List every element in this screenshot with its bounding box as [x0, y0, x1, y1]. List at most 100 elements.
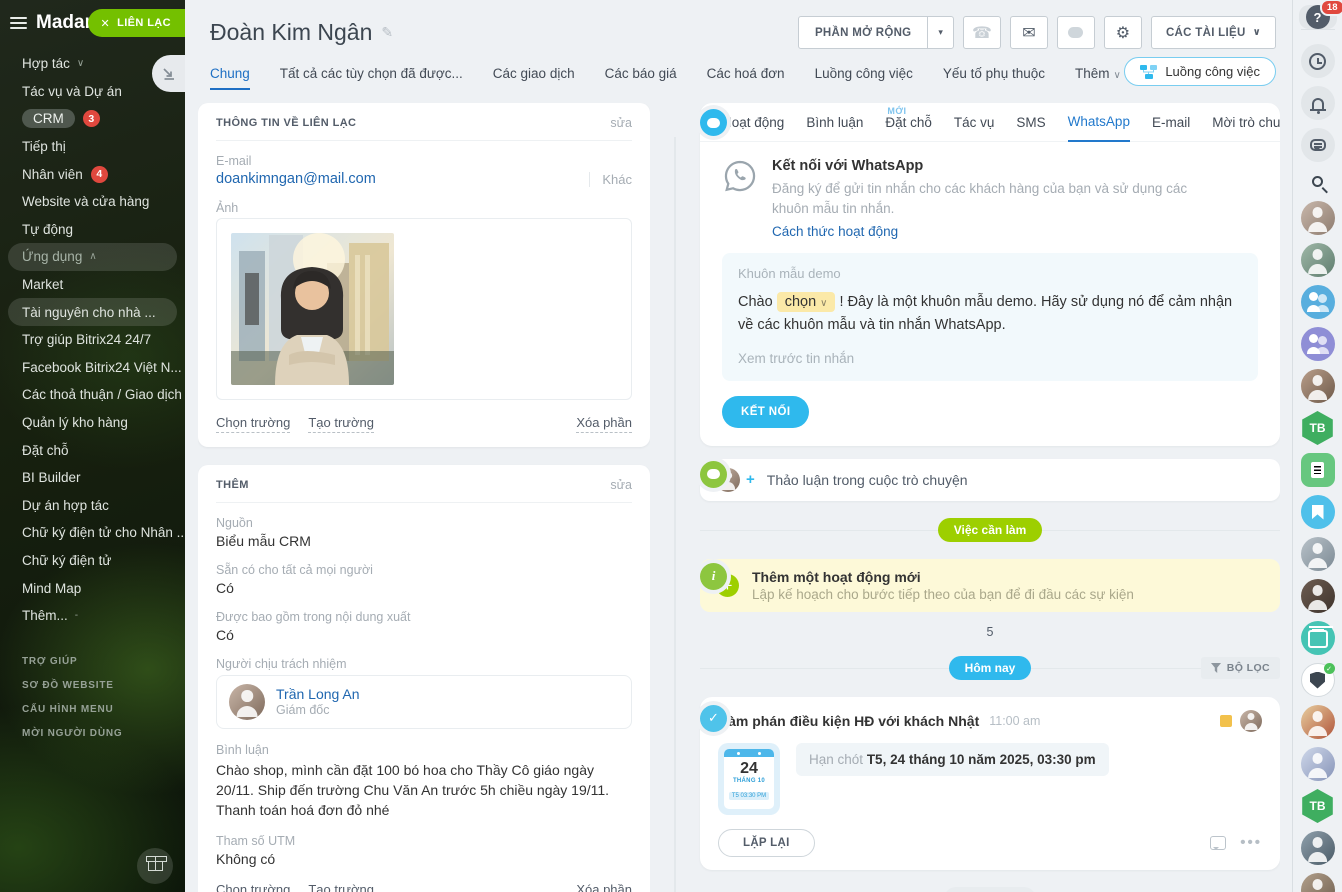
activity-tab[interactable]: WhatsApp — [1068, 103, 1130, 142]
sidebar-item-facebook[interactable]: Facebook Bitrix24 Việt N... — [0, 354, 185, 382]
security-shield-icon[interactable] — [1301, 663, 1335, 697]
delete-section-link[interactable]: Xóa phần — [576, 414, 632, 433]
activity-tab[interactable]: Hoạt động — [722, 103, 784, 142]
user-avatar[interactable] — [1301, 831, 1335, 865]
today-badge[interactable]: Hôm nay — [949, 656, 1032, 680]
tab[interactable]: Thêm∨ — [1075, 66, 1121, 90]
sidebar-footer-link[interactable]: SƠ ĐỒ WEBSITE — [0, 673, 185, 697]
sidebar-item-market[interactable]: Market — [0, 271, 185, 299]
activity-tab[interactable]: MỚIĐặt chỗ — [885, 103, 932, 142]
activity-tab[interactable]: SMS — [1016, 103, 1045, 142]
sidebar-item-sites[interactable]: Website và cửa hàng — [0, 188, 185, 216]
user-avatar[interactable] — [1301, 369, 1335, 403]
user-avatar[interactable] — [1301, 201, 1335, 235]
email-type-selector[interactable]: Khác — [589, 172, 632, 187]
choose-field-link[interactable]: Chọn trường — [216, 414, 290, 433]
sidebar-item-esign[interactable]: Chữ ký điện tử — [0, 547, 185, 575]
contact-photo[interactable] — [231, 233, 394, 385]
sidebar-footer-link[interactable]: TRỢ GIÚP — [0, 649, 185, 673]
create-field-link[interactable]: Tạo trường — [308, 881, 374, 892]
sidebar-item-bi-builder[interactable]: BI Builder — [0, 464, 185, 492]
sidebar-item-automation[interactable]: Tự động — [0, 216, 185, 244]
how-it-works-link[interactable]: Cách thức hoạt động — [772, 224, 1212, 239]
edit-section-link[interactable]: sửa — [610, 478, 632, 492]
template-label: Khuôn mẫu demo — [738, 266, 1242, 281]
activity-tab[interactable]: E-mail — [1152, 103, 1190, 142]
sidebar-item-marketing[interactable]: Tiếp thị — [0, 133, 185, 161]
sidebar-item-inventory[interactable]: Quản lý kho hàng — [0, 409, 185, 437]
documents-button[interactable]: CÁC TÀI LIỆU ∨ — [1151, 16, 1276, 49]
sidebar-item-mindmap[interactable]: Mind Map — [0, 574, 185, 602]
sidebar-item-support[interactable]: Trợ giúp Bitrix24 24/7 — [0, 326, 185, 354]
add-activity-card[interactable]: + Thêm một hoạt động mới Lập kế hoạch ch… — [700, 559, 1280, 612]
activity-tab[interactable]: Mời trò chuyện — [1212, 103, 1280, 142]
connect-button[interactable]: KẾT NỐI — [722, 396, 809, 428]
user-avatar[interactable] — [1301, 537, 1335, 571]
delete-section-link[interactable]: Xóa phần — [576, 881, 632, 892]
chat-button[interactable] — [1057, 16, 1095, 49]
sidebar-item-crm[interactable]: CRM 3 — [0, 105, 185, 133]
sidebar-item-apps[interactable]: Ứng dụng ∧ — [8, 243, 177, 271]
menu-icon[interactable] — [10, 17, 27, 30]
initials-badge[interactable]: TB — [1301, 411, 1335, 445]
tab[interactable]: Yếu tố phụ thuộc — [943, 66, 1045, 90]
sidebar-item-esign-hr[interactable]: Chữ ký điện tử cho Nhân ... — [0, 519, 185, 547]
create-field-link[interactable]: Tạo trường — [308, 414, 374, 433]
filter-button[interactable]: BỘ LỌC — [1201, 657, 1280, 679]
bookmark-icon[interactable] — [1301, 495, 1335, 529]
tab[interactable]: Các giao dịch — [493, 66, 575, 90]
activity-tab[interactable]: Tác vụ — [954, 103, 995, 142]
initials-badge[interactable]: TB — [1301, 789, 1335, 823]
more-options-icon[interactable]: ••• — [1240, 839, 1262, 847]
discussion-row[interactable]: + Thảo luận trong cuộc trò chuyện — [700, 459, 1280, 501]
choose-field-link[interactable]: Chọn trường — [216, 881, 290, 892]
extension-button[interactable]: PHẦN MỞ RỘNG ▾ — [798, 16, 954, 49]
sidebar-item-booking[interactable]: Đặt chỗ — [0, 436, 185, 464]
repeat-button[interactable]: LẶP LẠI — [718, 829, 815, 857]
history-button[interactable] — [1301, 44, 1335, 78]
notifications-button[interactable] — [1301, 86, 1335, 120]
contact-email-value[interactable]: doankimngan@mail.com — [216, 171, 376, 187]
sidebar-item-more[interactable]: Thêm... - — [0, 602, 185, 630]
call-button[interactable]: ☎ — [963, 16, 1001, 49]
tab[interactable]: Luồng công việc — [815, 66, 913, 90]
messenger-button[interactable] — [1301, 128, 1335, 162]
user-avatar[interactable] — [1301, 243, 1335, 277]
responsible-person[interactable]: Trần Long An Giám đốc — [216, 675, 632, 729]
workflow-pill-button[interactable]: Luồng công việc — [1124, 57, 1276, 86]
sidebar-item-employees[interactable]: Nhân viên 4 — [0, 160, 185, 188]
settings-button[interactable]: ⚙ — [1104, 16, 1142, 49]
responsible-name[interactable]: Trần Long An — [276, 686, 360, 702]
edit-section-link[interactable]: sửa — [610, 116, 632, 130]
placeholder-select[interactable]: chọn∨ — [777, 292, 836, 312]
todo-badge[interactable]: Việc cần làm — [938, 518, 1043, 542]
sidebar-item-collab-projects[interactable]: Dự án hợp tác — [0, 492, 185, 520]
user-avatar[interactable] — [1301, 873, 1335, 892]
extension-dropdown-caret[interactable]: ▾ — [928, 27, 953, 38]
sidebar-footer-link[interactable]: CẤU HÌNH MENU — [0, 697, 185, 721]
contact-button[interactable]: ✕ LIÊN LẠC — [88, 9, 185, 37]
activity-tab[interactable]: Bình luận — [806, 103, 863, 142]
search-button[interactable] — [1312, 166, 1323, 197]
tab[interactable]: Chung — [210, 66, 250, 90]
help-button[interactable]: ? 18 — [1299, 5, 1337, 29]
users-group-icon[interactable] — [1301, 285, 1335, 319]
tab[interactable]: Các báo giá — [605, 66, 677, 90]
edit-title-icon[interactable]: ✎ — [381, 24, 393, 41]
email-button[interactable]: ✉ — [1010, 16, 1048, 49]
sidebar-item-dev-resources[interactable]: Tài nguyên cho nhà ... — [8, 298, 177, 326]
user-avatar[interactable] — [1301, 705, 1335, 739]
calendar-icon[interactable] — [1301, 621, 1335, 655]
gift-button[interactable] — [137, 848, 173, 884]
tab[interactable]: Các hoá đơn — [707, 66, 785, 90]
sidebar-item-deals[interactable]: Các thoả thuận / Giao dịch — [0, 381, 185, 409]
comment-icon[interactable] — [1210, 836, 1226, 850]
user-avatar[interactable] — [1301, 579, 1335, 613]
sidebar-footer-link[interactable]: MỜI NGƯỜI DÙNG — [0, 721, 185, 745]
user-avatar[interactable] — [1301, 747, 1335, 781]
document-icon[interactable] — [1301, 453, 1335, 487]
collapse-sidebar-button[interactable] — [152, 55, 185, 92]
users-group-icon[interactable] — [1301, 327, 1335, 361]
tab[interactable]: Tất cả các tùy chọn đã được... — [280, 66, 463, 90]
task-title[interactable]: Đàm phán điều kiện HĐ với khách Nhật — [718, 713, 979, 729]
